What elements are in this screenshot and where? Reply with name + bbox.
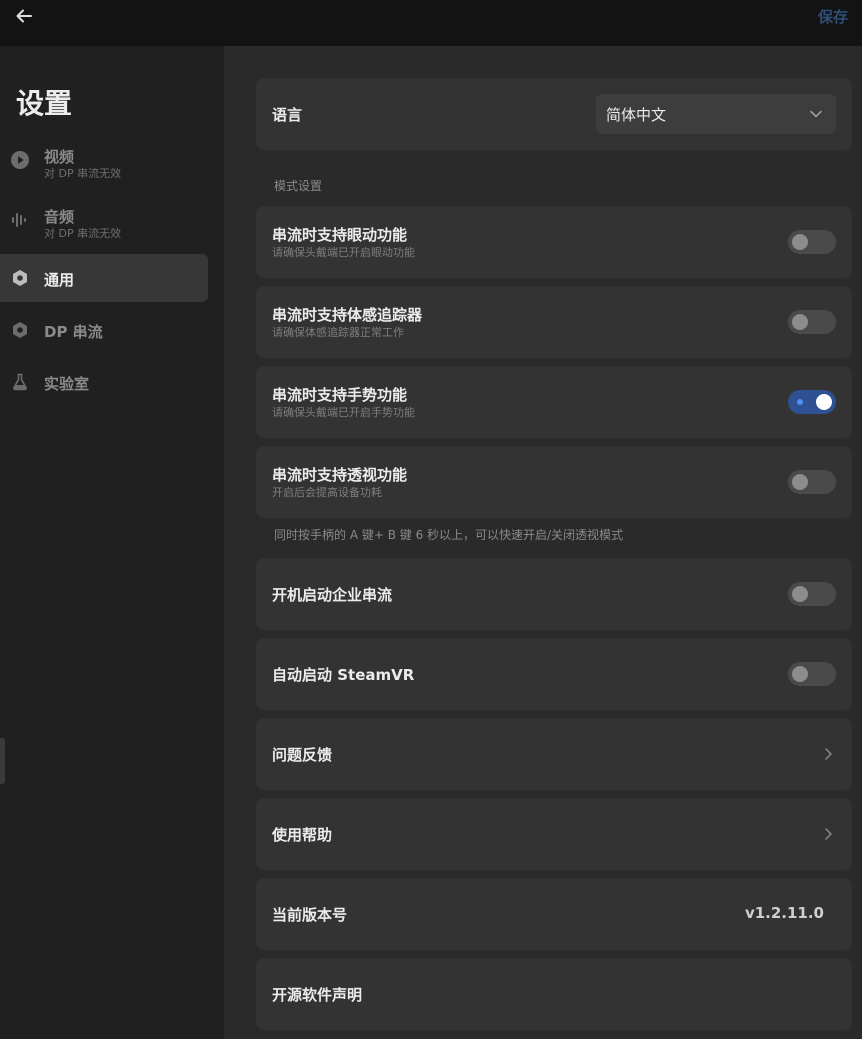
body-tracker-toggle[interactable] — [788, 310, 836, 334]
language-select[interactable]: 简体中文 — [596, 94, 836, 134]
save-button[interactable]: 保存 — [818, 6, 848, 27]
sidebar-item-sublabel: 对 DP 串流无效 — [44, 227, 122, 240]
setting-title: 自动启动 SteamVR — [272, 666, 415, 684]
sidebar-item-label: 通用 — [44, 271, 75, 289]
gesture-setting-card: 串流时支持手势功能 请确保头戴端已开启手势功能 — [256, 366, 852, 438]
gear-hex-icon — [10, 320, 30, 340]
setting-title: 串流时支持眼动功能 — [272, 226, 408, 244]
play-circle-icon — [10, 150, 30, 170]
chevron-down-icon — [810, 110, 822, 118]
setting-title: 使用帮助 — [272, 826, 333, 844]
setting-title: 问题反馈 — [272, 746, 333, 764]
sidebar-item-audio[interactable]: 音频 对 DP 串流无效 — [0, 196, 208, 244]
flask-icon — [10, 372, 30, 392]
language-label: 语言 — [272, 106, 303, 124]
page-title: 设置 — [16, 87, 73, 120]
chevron-right-icon — [825, 748, 832, 760]
toggle-knob — [792, 234, 808, 250]
language-setting-card: 语言 简体中文 — [256, 78, 852, 150]
toggle-knob — [792, 314, 808, 330]
sidebar-item-label: 音频 — [44, 208, 75, 226]
top-bar: 保存 — [0, 0, 862, 46]
toggle-knob — [792, 586, 808, 602]
startup-enterprise-toggle[interactable] — [788, 582, 836, 606]
passthrough-toggle[interactable] — [788, 470, 836, 494]
passthrough-setting-card: 串流时支持透视功能 开启后会提高设备功耗 — [256, 446, 852, 518]
sidebar-item-label: DP 串流 — [44, 323, 103, 341]
toggle-on-indicator — [797, 399, 803, 405]
body-tracker-setting-card: 串流时支持体感追踪器 请确保体感追踪器正常工作 — [256, 286, 852, 358]
setting-description: 请确保体感追踪器正常工作 — [272, 326, 404, 339]
arrow-left-icon — [16, 9, 32, 23]
gesture-toggle[interactable] — [788, 390, 836, 414]
chevron-right-icon — [825, 828, 832, 840]
sidebar-item-label: 实验室 — [44, 375, 90, 393]
auto-steamvr-toggle[interactable] — [788, 662, 836, 686]
sidebar-item-lab[interactable]: 实验室 — [0, 358, 208, 406]
auto-steamvr-card: 自动启动 SteamVR — [256, 638, 852, 710]
setting-description: 请确保头戴端已开启手势功能 — [272, 406, 415, 419]
startup-enterprise-card: 开机启动企业串流 — [256, 558, 852, 630]
sidebar: 设置 视频 对 DP 串流无效 音频 对 DP 串流无效 通用 DP 串流 实验… — [0, 46, 224, 1039]
setting-title: 开源软件声明 — [272, 986, 363, 1004]
setting-title: 串流时支持手势功能 — [272, 386, 408, 404]
language-select-value: 简体中文 — [606, 106, 667, 124]
sidebar-item-general[interactable]: 通用 — [0, 254, 208, 302]
passthrough-hint: 同时按手柄的 A 键+ B 键 6 秒以上，可以快速开启/关闭透视模式 — [274, 528, 624, 542]
eye-tracking-toggle[interactable] — [788, 230, 836, 254]
sidebar-item-video[interactable]: 视频 对 DP 串流无效 — [0, 136, 208, 184]
setting-description: 开启后会提高设备功耗 — [272, 486, 382, 499]
sidebar-item-dp-streaming[interactable]: DP 串流 — [0, 306, 208, 354]
setting-title: 串流时支持体感追踪器 — [272, 306, 423, 324]
back-button[interactable] — [12, 5, 36, 27]
audio-wave-icon — [10, 210, 30, 230]
sidebar-resize-handle[interactable] — [0, 738, 5, 784]
mode-section-label: 模式设置 — [274, 179, 323, 193]
setting-title: 串流时支持透视功能 — [272, 466, 408, 484]
toggle-knob — [792, 666, 808, 682]
gear-hex-icon — [10, 268, 30, 288]
version-value: v1.2.11.0 — [744, 904, 824, 922]
toggle-knob — [816, 394, 832, 410]
sidebar-item-label: 视频 — [44, 148, 75, 166]
help-row[interactable]: 使用帮助 — [256, 798, 852, 870]
setting-description: 请确保头戴端已开启眼动功能 — [272, 246, 415, 259]
eye-tracking-setting-card: 串流时支持眼动功能 请确保头戴端已开启眼动功能 — [256, 206, 852, 278]
open-source-row[interactable]: 开源软件声明 — [256, 958, 852, 1030]
version-row: 当前版本号 v1.2.11.0 — [256, 878, 852, 950]
toggle-knob — [792, 474, 808, 490]
setting-title: 当前版本号 — [272, 906, 348, 924]
setting-title: 开机启动企业串流 — [272, 586, 393, 604]
sidebar-item-sublabel: 对 DP 串流无效 — [44, 167, 122, 180]
feedback-row[interactable]: 问题反馈 — [256, 718, 852, 790]
